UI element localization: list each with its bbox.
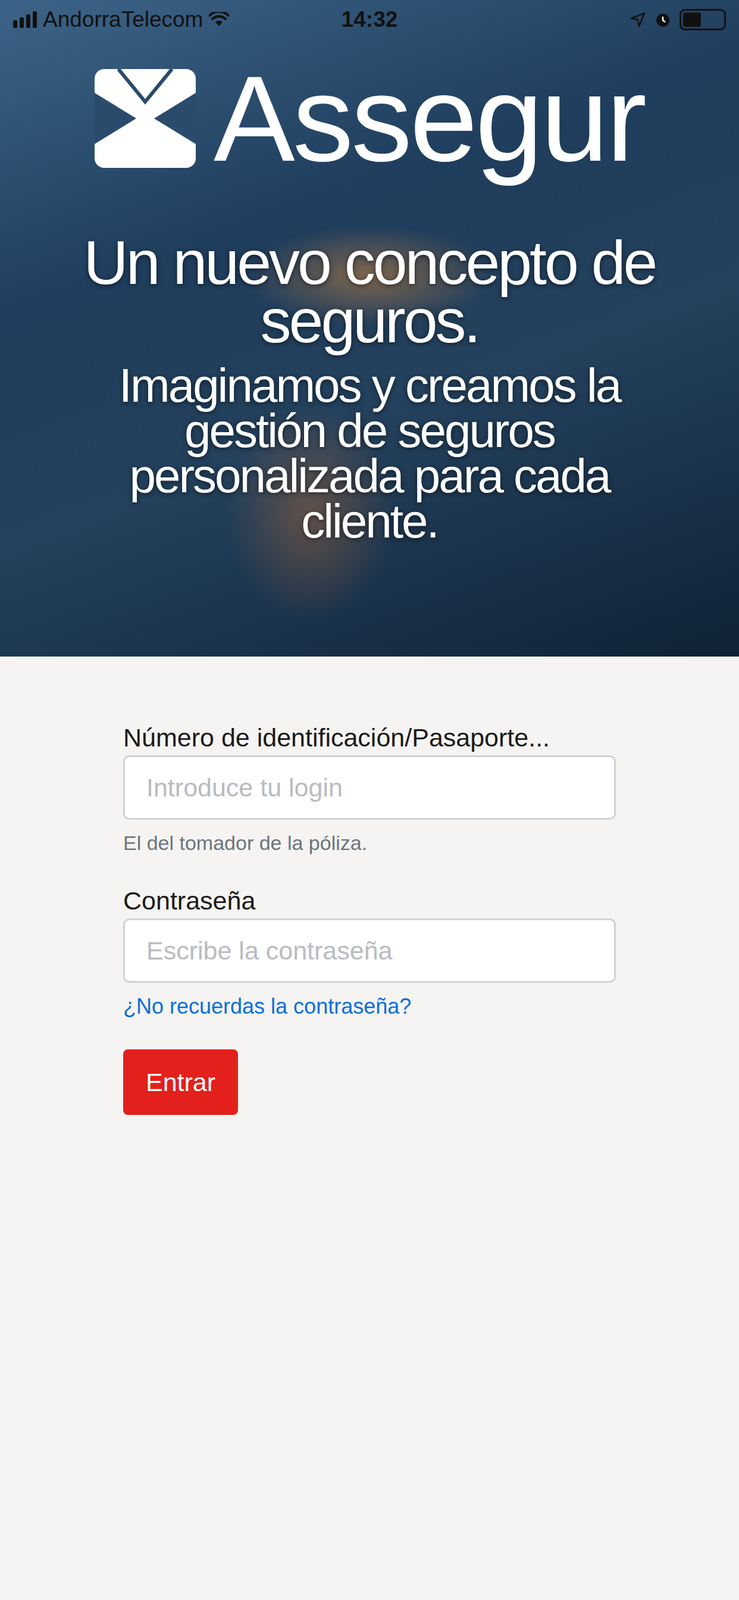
location-arrow-icon — [629, 11, 647, 28]
status-bar: AndorraTelecom 14:32 — [0, 0, 739, 40]
form-field: Contraseña ¿No recuerdas la contraseña? — [123, 884, 616, 1020]
field-label: Contraseña — [123, 884, 616, 916]
form-field: Número de identificación/Pasaporte... El … — [123, 721, 616, 856]
submit-button[interactable]: Entrar — [123, 1048, 239, 1115]
field-label: Número de identificación/Pasaporte... — [123, 721, 616, 753]
text-input[interactable] — [123, 918, 616, 983]
login-screen: AndorraTelecom 14:32 Assegur Un nuevo conce… — [0, 0, 739, 1600]
carrier-name: AndorraTelecom — [42, 7, 203, 33]
login-form: Número de identificación/Pasaporte... El … — [0, 656, 739, 1186]
alarm-icon — [654, 11, 672, 28]
assegur-logo-icon — [94, 69, 196, 168]
tagline: Imaginamos y creamos la gestión de segur… — [71, 362, 668, 544]
text-input[interactable] — [123, 755, 616, 820]
hero-banner: AndorraTelecom 14:32 Assegur Un nuevo conce… — [0, 0, 739, 657]
battery-icon — [679, 8, 726, 31]
clock: 14:32 — [341, 7, 399, 33]
headline: Un nuevo concepto de seguros. — [71, 233, 668, 350]
brand-logo: Assegur — [94, 69, 645, 168]
help-text: El del tomador de la póliza. — [123, 830, 616, 856]
signal-icon — [13, 11, 37, 28]
forgot-password-link[interactable]: ¿No recuerdas la contraseña? — [123, 993, 616, 1020]
wifi-icon — [208, 11, 230, 28]
